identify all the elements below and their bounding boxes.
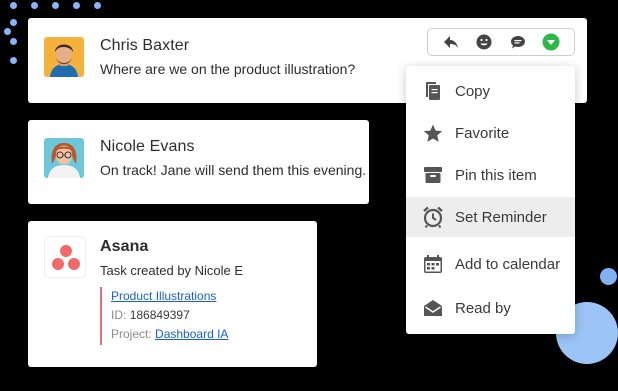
avatar xyxy=(44,37,84,77)
menu-item-set-reminder[interactable]: Set Reminder xyxy=(406,197,575,237)
menu-item-read-by[interactable]: Read by xyxy=(406,288,575,328)
app-name: Asana xyxy=(100,238,149,255)
id-value: 186849397 xyxy=(129,308,190,322)
menu-item-favorite[interactable]: Favorite xyxy=(406,113,575,153)
menu-item-label: Add to calendar xyxy=(455,255,561,273)
author-name: Nicole Evans xyxy=(100,138,195,155)
project-link[interactable]: Dashboard IA xyxy=(155,327,228,341)
archive-box-icon xyxy=(422,164,444,186)
avatar xyxy=(44,138,84,178)
id-label: ID: xyxy=(111,308,127,322)
task-created-text: Task created by Nicole E xyxy=(100,263,244,278)
message-context-menu: Copy Favorite Pin this item Set Reminder… xyxy=(406,66,575,334)
comment-icon[interactable] xyxy=(507,31,529,53)
alarm-clock-icon xyxy=(422,206,444,228)
menu-item-label: Pin this item xyxy=(455,166,537,184)
emoji-icon[interactable] xyxy=(473,31,495,53)
calendar-icon xyxy=(422,253,444,275)
message-card-nicole[interactable]: Nicole Evans On track! Jane will send th… xyxy=(28,120,369,204)
project-label: Project: xyxy=(111,327,152,341)
asana-logo-icon xyxy=(44,236,86,278)
reply-icon[interactable] xyxy=(440,31,462,53)
copy-icon xyxy=(422,80,444,102)
menu-item-copy[interactable]: Copy xyxy=(406,71,575,111)
star-icon xyxy=(422,122,444,144)
more-dropdown-icon[interactable] xyxy=(540,31,562,53)
author-name: Chris Baxter xyxy=(100,37,190,54)
menu-item-label: Set Reminder xyxy=(455,208,547,226)
decorative-circle-small xyxy=(600,268,617,285)
menu-item-add-to-calendar[interactable]: Add to calendar xyxy=(406,244,575,284)
open-envelope-icon xyxy=(422,297,444,319)
asana-integration-card[interactable]: Asana Task created by Nicole E Product I… xyxy=(28,221,317,367)
message-text: Where are we on the product illustration… xyxy=(100,61,356,77)
task-details: Product Illustrations ID: 186849397 Proj… xyxy=(100,287,280,345)
task-link[interactable]: Product Illustrations xyxy=(111,289,216,303)
menu-item-pin[interactable]: Pin this item xyxy=(406,155,575,195)
message-text: On track! Jane will send them this eveni… xyxy=(100,162,367,178)
menu-item-label: Read by xyxy=(455,299,511,317)
message-action-toolbar xyxy=(427,28,575,56)
menu-item-label: Copy xyxy=(455,82,491,100)
menu-item-label: Favorite xyxy=(455,124,510,142)
